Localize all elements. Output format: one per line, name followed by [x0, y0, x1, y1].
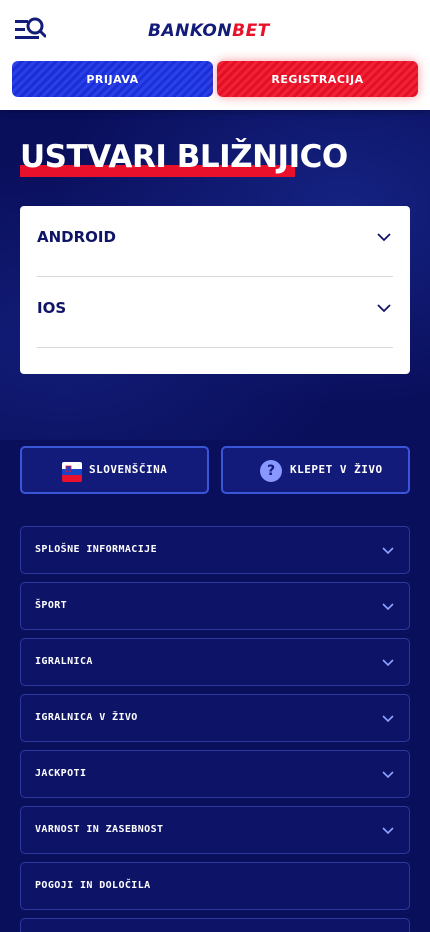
accordion-live-casino[interactable]: IGRALNICA V ŽIVO: [20, 694, 410, 742]
accordion-security-privacy[interactable]: VARNOST IN ZASEBNOST: [20, 806, 410, 854]
language-label: SLOVENŠČINA: [89, 463, 168, 476]
live-chat-button[interactable]: ? KLEPET V ŽIVO: [221, 446, 410, 494]
brand-logo[interactable]: BANKONBET: [148, 20, 280, 42]
slovenia-flag-icon: [62, 462, 82, 482]
logo-part-bet: BET: [232, 21, 270, 41]
chevron-down-icon: [382, 603, 394, 611]
register-button[interactable]: REGISTRACIJA: [217, 61, 418, 97]
site-header: BANKONBET PRIJAVA REGISTRACIJA: [0, 0, 430, 110]
logo-part-bankon: BANKON: [148, 21, 233, 41]
accordion-label: SPLOŠNE INFORMACIJE: [35, 544, 157, 555]
platform-row-ios[interactable]: IOS: [37, 277, 393, 348]
accordion-item-partial[interactable]: [20, 918, 410, 932]
accordion-label: IGRALNICA: [35, 656, 93, 667]
chevron-down-icon: [382, 659, 394, 667]
platform-label: ANDROID: [37, 228, 116, 246]
chevron-down-icon: [377, 304, 391, 313]
chevron-down-icon: [382, 827, 394, 835]
chevron-down-icon: [377, 233, 391, 242]
platform-row-android[interactable]: ANDROID: [37, 206, 393, 277]
accordion-jackpots[interactable]: JACKPOTI: [20, 750, 410, 798]
accordion-label: ŠPORT: [35, 600, 68, 611]
accordion-label: POGOJI IN DOLOČILA: [35, 880, 151, 891]
accordion-casino[interactable]: IGRALNICA: [20, 638, 410, 686]
help-icon: ?: [260, 460, 282, 482]
platform-card: ANDROID IOS: [20, 206, 410, 374]
platform-label: IOS: [37, 299, 67, 317]
accordion-label: VARNOST IN ZASEBNOST: [35, 824, 164, 835]
accordion-terms[interactable]: POGOJI IN DOLOČILA: [20, 862, 410, 910]
chevron-down-icon: [382, 547, 394, 555]
page-title: USTVARI BLIŽNJICO: [20, 139, 348, 175]
accordion-label: JACKPOTI: [35, 768, 87, 779]
menu-search-icon[interactable]: [14, 16, 46, 44]
language-button[interactable]: SLOVENŠČINA: [20, 446, 209, 494]
accordion-general-info[interactable]: SPLOŠNE INFORMACIJE: [20, 526, 410, 574]
chevron-down-icon: [382, 771, 394, 779]
login-button[interactable]: PRIJAVA: [12, 61, 213, 97]
chevron-down-icon: [382, 715, 394, 723]
live-chat-label: KLEPET V ŽIVO: [290, 463, 383, 476]
accordion-label: IGRALNICA V ŽIVO: [35, 712, 138, 723]
accordion-sport[interactable]: ŠPORT: [20, 582, 410, 630]
